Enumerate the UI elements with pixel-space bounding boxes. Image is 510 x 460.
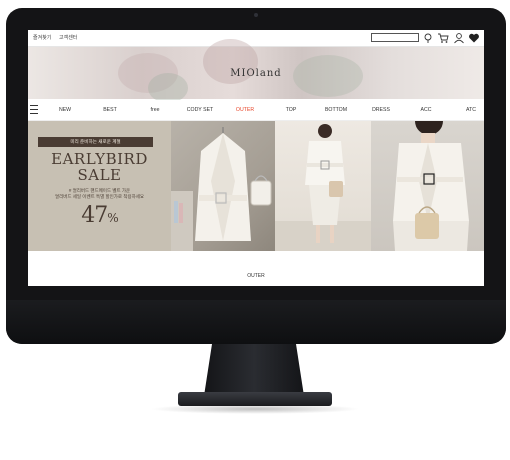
browser-screen: 즐겨찾기 고객센터 MIOland NEW BEST free CODY SET… [28, 30, 484, 286]
monitor-frame: 즐겨찾기 고객센터 MIOland NEW BEST free CODY SET… [6, 8, 506, 344]
product-photo-model-bag[interactable] [371, 121, 484, 251]
nav-item-acc[interactable]: ACC [421, 107, 432, 113]
nav-item-atc[interactable]: ATC [466, 107, 476, 113]
coat-hanger-image [171, 127, 272, 251]
discount-value: 47 [81, 203, 108, 228]
monitor-stand [204, 344, 304, 396]
cart-icon[interactable] [437, 32, 449, 44]
site-logo[interactable]: MIOland [28, 68, 484, 79]
monitor-shadow [150, 404, 360, 414]
search-icon[interactable] [422, 32, 434, 44]
nav-item-top[interactable]: TOP [286, 107, 297, 113]
promo-discount: 47% [28, 203, 171, 228]
promo-title-line1: EARLYBIRD [51, 150, 148, 168]
model-standing-image [275, 124, 371, 251]
nav-item-free[interactable]: free [151, 107, 160, 113]
nav-item-dress[interactable]: DRESS [372, 107, 390, 113]
customer-center-link[interactable]: 고객센터 [59, 34, 77, 41]
product-photo-model-standing[interactable] [275, 121, 371, 251]
nav-item-best[interactable]: BEST [103, 107, 117, 113]
hamburger-menu-icon[interactable] [30, 105, 38, 114]
promo-tagline: 미리 준비하는 새로운 계절 [38, 137, 153, 147]
search-input[interactable] [371, 33, 419, 42]
nav-item-bottom[interactable]: BOTTOM [325, 107, 347, 113]
section-strip: OUTER [28, 251, 484, 286]
product-photo-coat-hanger[interactable] [171, 121, 275, 251]
nav-item-new[interactable]: NEW [59, 107, 71, 113]
webcam [254, 13, 258, 17]
section-title-outer: OUTER [247, 273, 265, 279]
promo-title-line2: SALE [77, 166, 122, 184]
percent-sign: % [107, 211, 118, 225]
user-icon[interactable] [453, 32, 465, 44]
earlybird-sale-banner[interactable]: 미리 준비하는 새로운 계절 EARLYBIRD SALE # 얼리버드 핸드메… [28, 121, 171, 251]
promo-title: EARLYBIRD SALE [28, 151, 171, 183]
heart-icon[interactable] [468, 32, 480, 44]
promo-desc-line2: 얼리버드 세일 이벤트 특별 할인가로 착용하세요 [54, 194, 145, 199]
main-navigation: NEW BEST free CODY SET OUTER TOP BOTTOM … [28, 100, 484, 121]
header-banner: MIOland [28, 39, 484, 103]
top-utility-bar: 즐겨찾기 고객센터 [28, 30, 484, 47]
monitor-chin [6, 300, 506, 344]
bookmark-link[interactable]: 즐겨찾기 [33, 34, 51, 41]
nav-item-outer[interactable]: OUTER [236, 107, 254, 113]
promo-description: # 얼리버드 핸드메이드 벨트 가운 얼리버드 세일 이벤트 특별 할인가로 착… [36, 188, 163, 200]
nav-item-cody-set[interactable]: CODY SET [187, 107, 213, 113]
model-bag-image [393, 121, 469, 251]
